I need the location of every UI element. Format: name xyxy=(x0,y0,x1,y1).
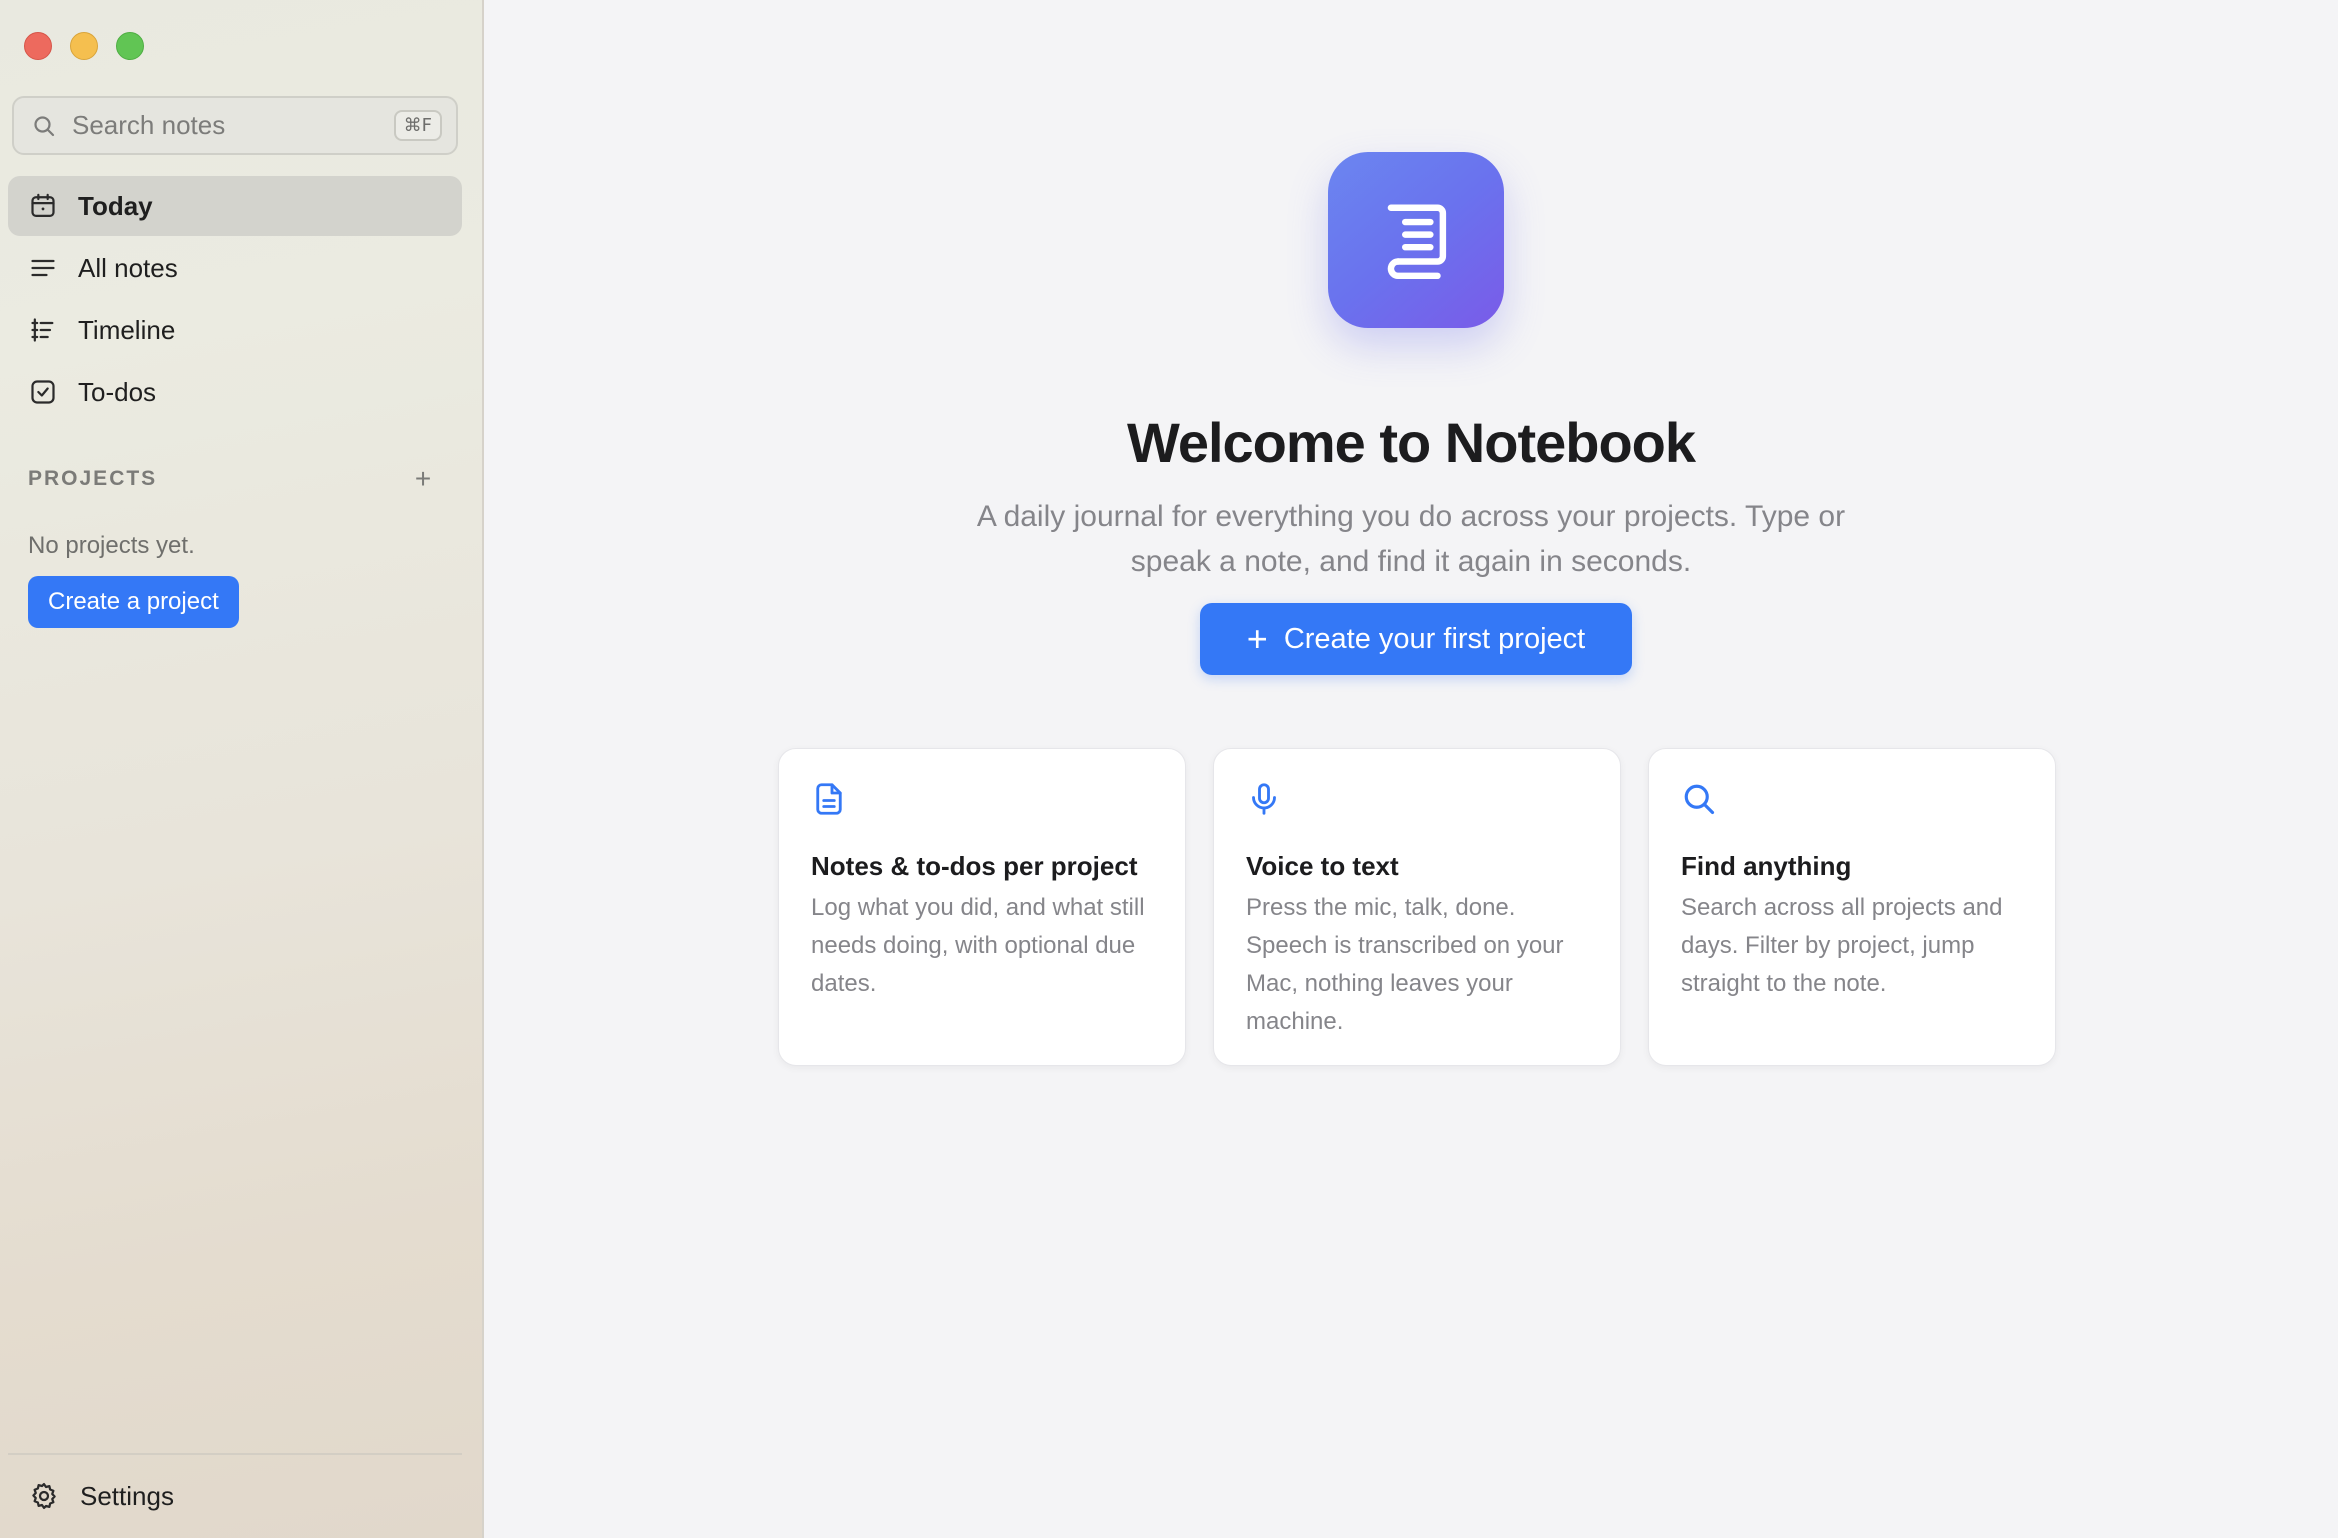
sidebar-item-label: To-dos xyxy=(78,376,157,407)
add-project-button[interactable]: + xyxy=(408,464,438,494)
sidebar-item-label: Timeline xyxy=(78,314,176,345)
sidebar-item-label: All notes xyxy=(78,252,178,283)
sidebar-divider xyxy=(8,1453,462,1455)
page-subtitle: A daily journal for everything you do ac… xyxy=(976,500,1846,578)
window-controls xyxy=(24,32,144,60)
empty-projects-text: No projects yet. xyxy=(28,532,195,559)
sidebar-item-label: Today xyxy=(78,190,153,221)
plus-icon: + xyxy=(1246,618,1268,659)
gear-icon xyxy=(28,1480,60,1512)
feature-card-description: Log what you did, and what still needs d… xyxy=(811,894,1145,997)
feature-cards: Notes & to-dos per project Log what you … xyxy=(778,748,2056,1066)
app-window: Search notes ⌘F Today All notes Timeline… xyxy=(0,0,2338,1538)
feature-card-search: Find anything Search across all projects… xyxy=(1648,748,2056,1066)
main-content: Welcome to Notebook A daily journal for … xyxy=(484,0,2338,1538)
sidebar-item-all-notes[interactable]: All notes xyxy=(8,238,462,298)
settings-label: Settings xyxy=(80,1480,174,1511)
search-shortcut-badge: ⌘F xyxy=(393,110,442,141)
cta-label: Create your first project xyxy=(1283,622,1586,655)
settings-button[interactable]: Settings xyxy=(28,1480,174,1512)
feature-card-title: Voice to text xyxy=(1246,851,1399,881)
create-project-button[interactable]: Create a project xyxy=(28,576,239,628)
sidebar: Search notes ⌘F Today All notes Timeline… xyxy=(0,0,484,1538)
feature-card-notes: Notes & to-dos per project Log what you … xyxy=(778,748,1186,1066)
notebook-logo-icon xyxy=(1328,152,1504,328)
feature-card-description: Press the mic, talk, done. Speech is tra… xyxy=(1246,894,1564,1035)
maximize-window-button[interactable] xyxy=(116,32,144,60)
feature-card-description: Search across all projects and days. Fil… xyxy=(1681,894,2003,997)
minimize-window-button[interactable] xyxy=(70,32,98,60)
sidebar-item-todos[interactable]: To-dos xyxy=(8,362,462,422)
search-icon xyxy=(1681,779,1721,819)
search-icon xyxy=(30,112,58,140)
feature-card-title: Find anything xyxy=(1681,851,1852,881)
checkbox-icon xyxy=(28,377,58,407)
document-icon xyxy=(811,779,851,819)
feature-card-title: Notes & to-dos per project xyxy=(811,851,1138,881)
timeline-icon xyxy=(28,315,58,345)
lines-icon xyxy=(28,253,58,283)
sidebar-nav: Today All notes Timeline To-dos xyxy=(8,176,462,424)
sidebar-item-today[interactable]: Today xyxy=(8,176,462,236)
projects-title: PROJECTS xyxy=(28,467,158,490)
search-field[interactable]: Search notes ⌘F xyxy=(12,96,458,155)
close-window-button[interactable] xyxy=(24,32,52,60)
microphone-icon xyxy=(1246,779,1286,819)
create-first-project-button[interactable]: + Create your first project xyxy=(1200,603,1632,675)
projects-section-header: PROJECTS + xyxy=(28,464,438,494)
search-input[interactable]: Search notes xyxy=(72,110,394,141)
calendar-icon xyxy=(28,191,58,221)
feature-card-voice: Voice to text Press the mic, talk, done.… xyxy=(1213,748,1621,1066)
page-title: Welcome to Notebook xyxy=(1126,410,1696,474)
sidebar-item-timeline[interactable]: Timeline xyxy=(8,300,462,360)
